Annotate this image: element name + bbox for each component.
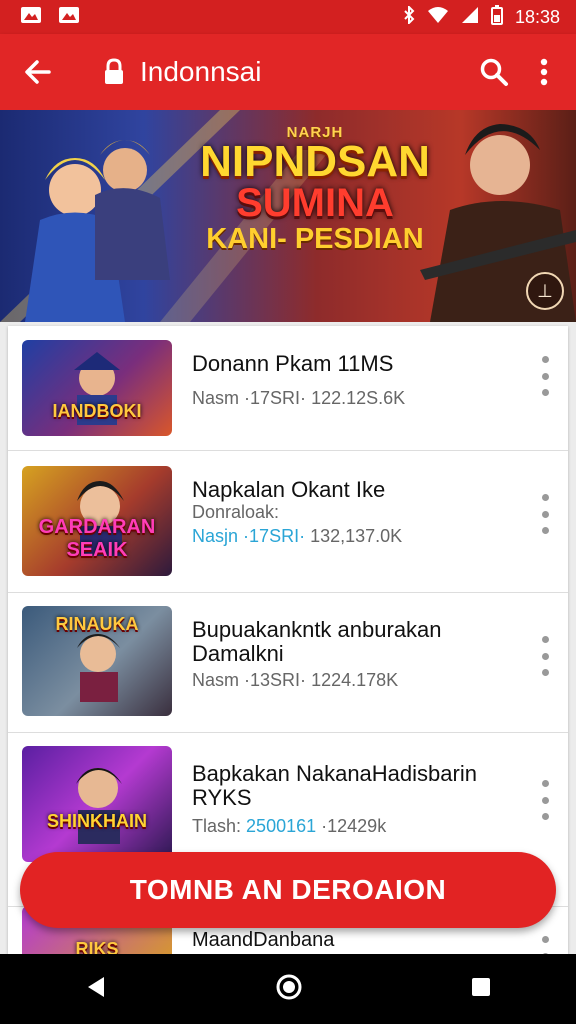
battery-icon (490, 4, 503, 30)
primary-cta-button[interactable]: TOMNB AN DEROAION (20, 852, 556, 928)
list-item-meta: Nasm ·13SRI· 1224.178K (192, 670, 399, 690)
app-title: Indonnsai (140, 56, 262, 87)
gallery-icon (20, 6, 42, 29)
list-item-thumbnail: IANDBOKI (22, 340, 172, 436)
list-item-title: Bupuakankntk anburakan (192, 617, 442, 642)
list-item-title: Bapkakan NakanaHadisbarin (192, 761, 477, 786)
list-item-subtitle: RYKS (192, 785, 252, 810)
more-vertical-icon[interactable] (540, 780, 550, 820)
banner-title: NARJH NIPNDSAN SUMINA KANI- PESDIAN (180, 124, 450, 255)
app-bar: Indonnsai (0, 34, 576, 110)
more-vertical-icon[interactable] (540, 636, 550, 676)
banner-line-3: SUMINA (236, 181, 394, 225)
more-vertical-icon[interactable] (522, 44, 566, 100)
list-item-thumbnail: SHINKHAIN (22, 746, 172, 862)
banner-line-2: NIPNDSAN (200, 137, 430, 186)
list-item[interactable]: RINAUKA Bupuakankntk anburakan Damalkni … (8, 592, 568, 733)
list-item[interactable]: GARDARAN SEAIK Napkalan Okant Ike Donral… (8, 450, 568, 593)
banner-line-4: KANI- PESDIAN (206, 223, 424, 255)
more-vertical-icon[interactable] (540, 936, 550, 954)
list-item-subtitle: Damalkni (192, 641, 284, 666)
list-item-title: MaandDanbana (192, 929, 335, 951)
gallery-icon (58, 6, 80, 29)
list-item-meta: Tlash: 2500161 ·12429k (192, 816, 387, 836)
list-item-meta: Nasjn ·17SRI· 132,137.0K (192, 526, 403, 546)
list-item-thumbnail: GARDARAN SEAIK (22, 466, 172, 576)
signal-icon (461, 6, 479, 29)
more-vertical-icon[interactable] (540, 356, 550, 396)
list-item-meta: Nasm ·17SRI· 122.12S.6K (192, 388, 406, 408)
banner-action-icon[interactable]: ⊥ (526, 272, 564, 310)
list-item-thumbnail: RINAUKA (22, 606, 172, 716)
status-bar: 18:38 (0, 0, 576, 34)
status-time: 18:38 (514, 6, 560, 27)
bluetooth-icon (403, 4, 415, 29)
back-arrow-icon[interactable] (10, 44, 66, 100)
more-vertical-icon[interactable] (540, 494, 550, 534)
list-item[interactable]: IANDBOKI Donann Pkam 11MS Nasm ·17SRI· 1… (8, 326, 568, 451)
list-item-title: Napkalan Okant Ike (192, 477, 386, 502)
promo-banner[interactable]: NARJH NIPNDSAN SUMINA KANI- PESDIAN ⊥ (0, 110, 576, 322)
wifi-icon (427, 6, 449, 29)
system-nav-bar (0, 954, 576, 1024)
nav-home-icon[interactable] (275, 973, 303, 1006)
nav-back-icon[interactable] (84, 975, 108, 1004)
list-item-subtitle: Donraloak: (192, 502, 280, 522)
search-icon[interactable] (466, 44, 522, 100)
nav-recents-icon[interactable] (470, 976, 492, 1003)
lock-icon (96, 44, 132, 100)
list-item-title: Donann Pkam 11MS (192, 351, 394, 376)
